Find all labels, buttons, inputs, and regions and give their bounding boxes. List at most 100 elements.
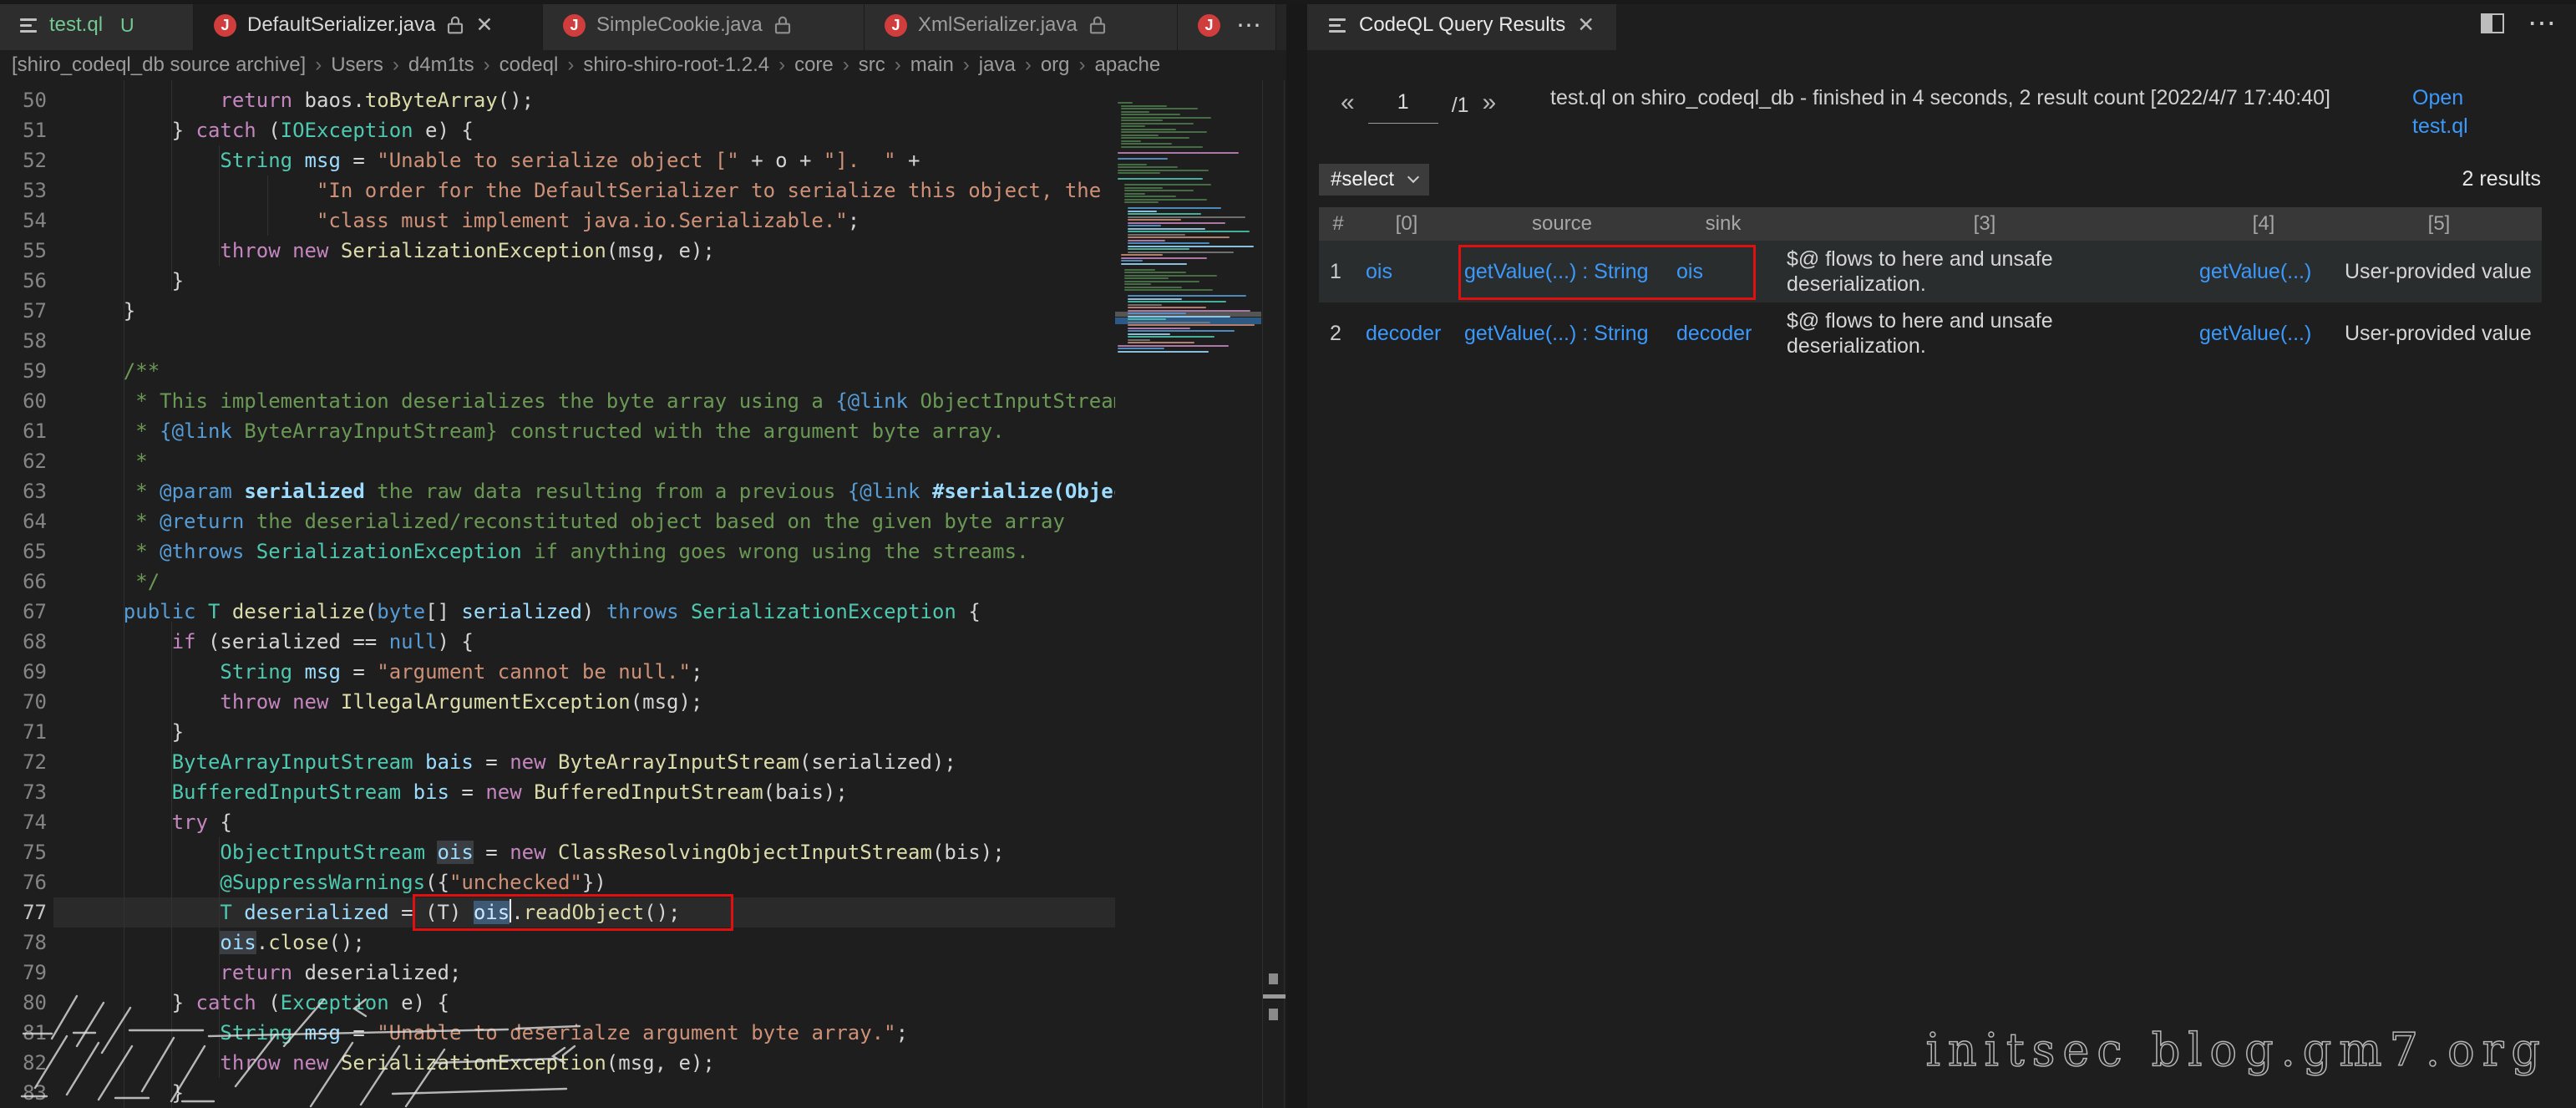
code-line[interactable]: 75 ObjectInputStream ois = new ClassReso… [0, 837, 1115, 867]
breadcrumb-item[interactable]: org [1041, 53, 1070, 77]
results-column-header[interactable]: sink [1668, 207, 1778, 241]
editor-scrollbar[interactable] [1262, 80, 1285, 1108]
code-line[interactable]: 61 * {@link ByteArrayInputStream} constr… [0, 416, 1115, 446]
code-line[interactable]: 80 } catch (Exception e) { [0, 988, 1115, 1018]
code-line[interactable]: 65 * @throws SerializationException if a… [0, 536, 1115, 567]
code-token: @param [160, 480, 232, 503]
code-line[interactable]: 83 } [0, 1078, 1115, 1108]
code-line[interactable]: 72 ByteArrayInputStream bais = new ByteA… [0, 747, 1115, 777]
breadcrumb-item[interactable]: src [859, 53, 885, 77]
code-line[interactable]: 57 } [0, 296, 1115, 326]
select-dropdown[interactable]: #select [1319, 164, 1429, 196]
results-column-header[interactable]: [4] [2191, 207, 2336, 241]
breadcrumb-separator: › [1025, 53, 1032, 77]
result-link[interactable]: getValue(...) : String [1464, 321, 1648, 346]
result-link[interactable]: ois [1676, 259, 1703, 284]
result-cell[interactable]: ois [1357, 241, 1456, 302]
more-actions-icon[interactable]: ⋯ [2528, 15, 2558, 32]
breadcrumb-item[interactable]: main [910, 53, 954, 77]
code-line[interactable]: 81 String msg = "Unable to deserialze ar… [0, 1018, 1115, 1048]
result-link[interactable]: decoder [1366, 321, 1441, 346]
result-link[interactable]: getValue(...) [2199, 259, 2311, 284]
tab-codeql-query-results[interactable]: CodeQL Query Results ✕ [1307, 0, 1616, 50]
close-tab-icon[interactable]: ✕ [475, 15, 493, 36]
breadcrumb-item[interactable]: d4m1ts [408, 53, 474, 77]
code-line[interactable]: 52 String msg = "Unable to serialize obj… [0, 145, 1115, 175]
code-line[interactable]: 53 "In order for the DefaultSerializer t… [0, 175, 1115, 206]
result-cell[interactable]: getValue(...) : String [1456, 302, 1668, 364]
result-cell[interactable]: getValue(...) : String [1456, 241, 1668, 302]
code-line[interactable]: 63 * @param serialized the raw data resu… [0, 476, 1115, 506]
code-line[interactable]: 78 ois.close(); [0, 928, 1115, 958]
code-line[interactable]: 67 public T deserialize(byte[] serialize… [0, 597, 1115, 627]
results-column-header[interactable]: [3] [1778, 207, 2191, 241]
close-panel-icon[interactable]: ✕ [1577, 15, 1595, 36]
minimap[interactable] [1115, 80, 1261, 1108]
breadcrumb-item[interactable]: apache [1095, 53, 1161, 77]
code-line[interactable]: 54 "class must implement java.io.Seriali… [0, 206, 1115, 236]
result-link[interactable]: getValue(...) [2199, 321, 2311, 346]
code-line[interactable]: 70 throw new IllegalArgumentException(ms… [0, 687, 1115, 717]
code-line[interactable]: 82 throw new SerializationException(msg,… [0, 1048, 1115, 1078]
code-token: BufferedInputStream [534, 780, 763, 804]
result-link[interactable]: getValue(...) : String [1464, 259, 1648, 284]
breadcrumb-item[interactable]: shiro-shiro-root-1.2.4 [583, 53, 769, 77]
code-token: (); [498, 89, 534, 112]
page-number-input[interactable] [1368, 90, 1438, 124]
code-line[interactable]: 60 * This implementation deserializes th… [0, 386, 1115, 416]
code-line[interactable]: 51 } catch (IOException e) { [0, 115, 1115, 145]
breadcrumb-item[interactable]: core [794, 53, 834, 77]
result-link[interactable]: ois [1366, 259, 1392, 284]
code-line[interactable]: 55 throw new SerializationException(msg,… [0, 236, 1115, 266]
code-line[interactable]: 58 [0, 326, 1115, 356]
split-editor-icon[interactable] [2481, 13, 2504, 33]
results-column-header[interactable]: # [1319, 207, 1357, 241]
code-line[interactable]: 69 String msg = "argument cannot be null… [0, 657, 1115, 687]
breadcrumb-item[interactable]: [shiro_codeql_db source archive] [12, 53, 306, 77]
code-line[interactable]: 68 if (serialized == null) { [0, 627, 1115, 657]
result-row[interactable]: 1oisgetValue(...) : Stringois$@ flows to… [1319, 241, 2542, 302]
breadcrumb-item[interactable]: codeql [499, 53, 559, 77]
result-cell[interactable]: decoder [1357, 302, 1456, 364]
code-line[interactable]: 62 * [0, 446, 1115, 476]
code-token [220, 600, 231, 623]
tab-test-ql[interactable]: test.ql U [0, 0, 194, 50]
code-line[interactable]: 79 return deserialized; [0, 958, 1115, 988]
breadcrumb-item[interactable]: Users [331, 53, 383, 77]
breadcrumb-item[interactable]: java [979, 53, 1016, 77]
tab-overflow[interactable]: J ⋯ [1178, 0, 1276, 50]
results-column-header[interactable]: source [1456, 207, 1668, 241]
result-row[interactable]: 2decodergetValue(...) : Stringdecoder$@ … [1319, 302, 2542, 364]
prev-page-icon[interactable]: « [1341, 89, 1355, 117]
code-line[interactable]: 76 @SuppressWarnings({"unchecked"}) [0, 867, 1115, 897]
next-page-icon[interactable]: » [1483, 89, 1497, 117]
tab-xmlserializer-java[interactable]: J XmlSerializer.java [865, 0, 1178, 50]
code-line[interactable]: 56 } [0, 266, 1115, 296]
breadcrumb[interactable]: [shiro_codeql_db source archive]›Users›d… [0, 50, 1286, 80]
result-link[interactable]: decoder [1676, 321, 1752, 346]
open-test-ql-link[interactable]: Open test.ql [2412, 84, 2514, 140]
code-line[interactable]: 73 BufferedInputStream bis = new Buffere… [0, 777, 1115, 807]
code-line[interactable]: 74 try { [0, 807, 1115, 837]
result-cell[interactable]: decoder [1668, 302, 1778, 364]
result-cell[interactable]: getValue(...) [2191, 302, 2336, 364]
code-line[interactable]: 66 */ [0, 567, 1115, 597]
more-actions-icon[interactable]: ⋯ [1231, 11, 1263, 40]
code-line[interactable]: 64 * @return the deserialized/reconstitu… [0, 506, 1115, 536]
code-content[interactable]: 50 return baos.toByteArray();51 } catch … [0, 85, 1115, 1108]
code-text: * {@link ByteArrayInputStream} construct… [47, 416, 1005, 446]
panel-divider[interactable] [1286, 0, 1307, 1108]
code-editor[interactable]: 50 return baos.toByteArray();51 } catch … [0, 80, 1286, 1108]
code-token: throw [220, 239, 280, 262]
code-line[interactable]: 50 return baos.toByteArray(); [0, 85, 1115, 115]
code-line[interactable]: 71 } [0, 717, 1115, 747]
tab-simplecookie-java[interactable]: J SimpleCookie.java [543, 0, 865, 50]
results-column-header[interactable]: [5] [2336, 207, 2542, 241]
minimap-line [1118, 164, 1147, 165]
results-column-header[interactable]: [0] [1357, 207, 1456, 241]
code-line[interactable]: 59 /** [0, 356, 1115, 386]
result-cell[interactable]: getValue(...) [2191, 241, 2336, 302]
line-number: 81 [0, 1018, 47, 1048]
result-cell[interactable]: ois [1668, 241, 1778, 302]
tab-defaultserializer-java[interactable]: J DefaultSerializer.java ✕ [194, 0, 543, 50]
